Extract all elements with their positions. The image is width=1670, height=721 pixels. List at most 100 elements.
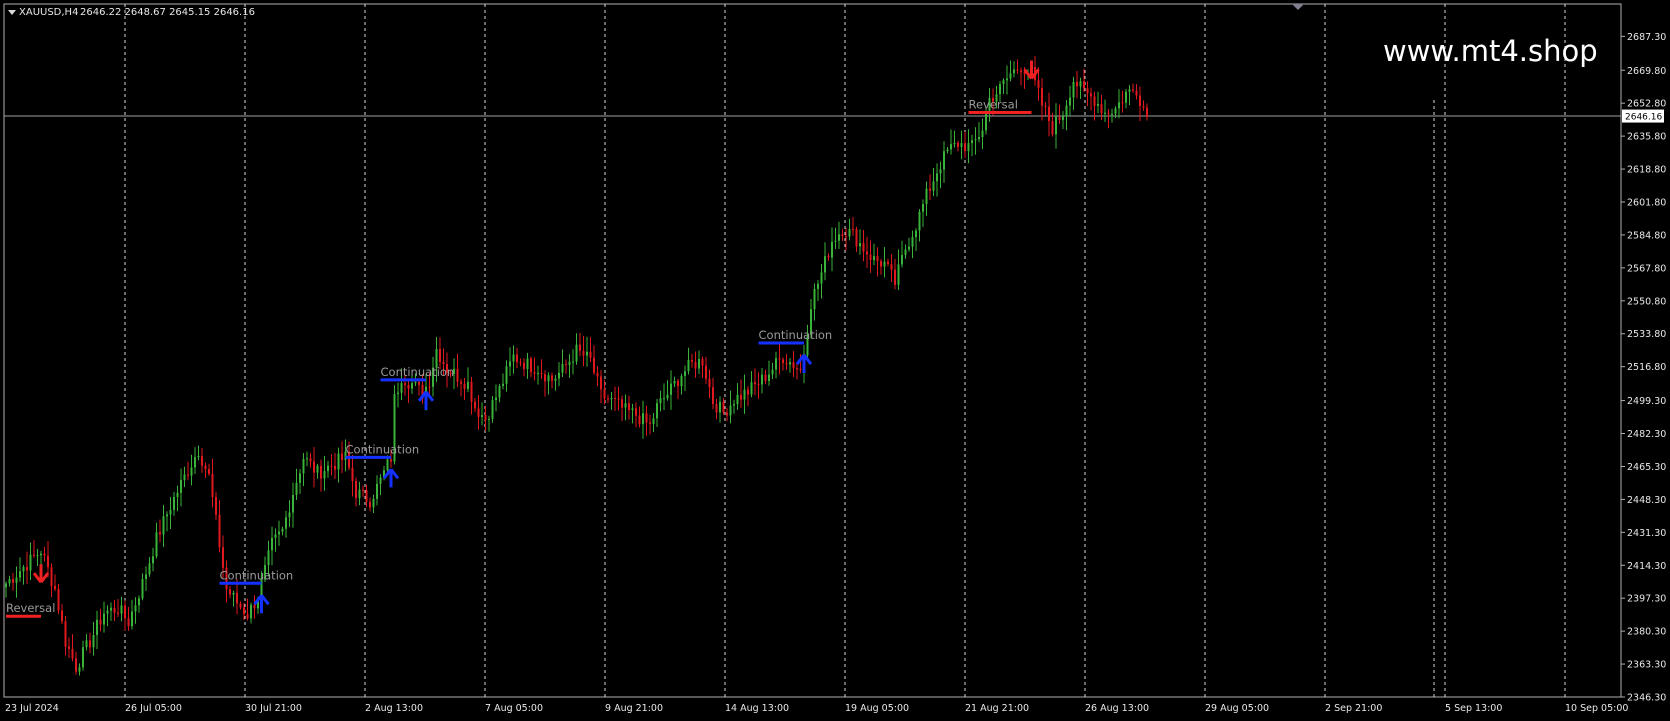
candle-body — [799, 368, 802, 371]
candle-body — [1121, 102, 1124, 104]
chart-canvas[interactable]: Reversal Continuation Continuation Continua… — [0, 0, 1670, 721]
candle-body — [572, 361, 574, 363]
candle-body — [1072, 81, 1075, 98]
candle-body — [407, 385, 410, 389]
candle-body — [1006, 78, 1008, 81]
candle-body — [981, 130, 984, 138]
candle-body — [558, 372, 560, 379]
candle-body — [705, 365, 707, 379]
candle-body — [92, 634, 95, 648]
candle-body — [922, 204, 924, 212]
x-tick-label: 26 Aug 13:00 — [1085, 703, 1149, 714]
continuation-label: Continuation — [381, 365, 455, 379]
candle-body — [145, 574, 147, 580]
candle-body — [834, 240, 837, 242]
candle-body — [166, 514, 168, 517]
candle-body — [162, 516, 165, 535]
continuation-label: Continuation — [346, 442, 420, 456]
candle-body — [390, 459, 392, 462]
candle-body — [1128, 89, 1131, 92]
continuation-label: Continuation — [759, 328, 833, 342]
candle-body — [918, 211, 921, 231]
y-tick-label: 2363.30 — [1627, 660, 1666, 671]
candle-body — [253, 604, 256, 609]
candle-body — [642, 413, 644, 425]
candle-body — [274, 534, 277, 538]
y-tick-label: 2652.80 — [1627, 99, 1666, 110]
candle-body — [197, 455, 200, 458]
candle-body — [719, 401, 721, 413]
candle-body — [138, 598, 140, 606]
candle-body — [292, 494, 294, 513]
x-tick-label: 10 Sep 05:00 — [1565, 703, 1628, 714]
candle-body — [757, 384, 760, 386]
y-tick-label: 2601.80 — [1627, 198, 1666, 209]
candle-body — [1055, 116, 1057, 135]
candle-body — [362, 489, 364, 491]
candle-body — [295, 482, 298, 495]
candle-body — [638, 415, 641, 425]
candle-body — [358, 489, 361, 499]
y-tick-label: 2687.30 — [1627, 32, 1666, 43]
candle-body — [890, 264, 893, 270]
candle-body — [761, 374, 763, 385]
y-tick-label: 2380.30 — [1627, 627, 1666, 638]
candle-body — [61, 610, 63, 622]
candle-body — [551, 375, 553, 381]
candle-body — [831, 241, 833, 258]
candle-body — [159, 532, 161, 535]
candle-body — [785, 363, 788, 365]
candle-body — [960, 143, 963, 147]
candle-body — [201, 455, 203, 466]
candle-body — [1139, 95, 1141, 107]
candle-body — [827, 256, 830, 258]
candle-body — [607, 398, 609, 400]
y-tick-label: 2448.30 — [1627, 495, 1666, 506]
candle-body — [313, 461, 315, 473]
candle-body — [1125, 91, 1127, 103]
candle-body — [418, 381, 420, 385]
candle-body — [974, 139, 977, 141]
candle-body — [1069, 97, 1071, 106]
candle-body — [484, 415, 487, 420]
candle-body — [299, 473, 301, 483]
candle-body — [208, 469, 210, 474]
reversal-label: Reversal — [969, 97, 1018, 111]
candle-body — [141, 579, 144, 599]
x-tick-label: 14 Aug 13:00 — [725, 703, 789, 714]
watermark: www.mt4.shop — [1383, 34, 1598, 68]
candle-body — [1041, 87, 1043, 106]
candle-body — [866, 251, 868, 255]
candle-body — [5, 583, 7, 588]
y-tick-label: 2635.80 — [1627, 132, 1666, 143]
candle-body — [603, 389, 606, 399]
candle-body — [211, 473, 214, 498]
candle-body — [351, 467, 354, 482]
candle-body — [439, 349, 441, 363]
candle-body — [365, 489, 368, 502]
candle-body — [1142, 106, 1145, 108]
candle-body — [680, 376, 683, 387]
candle-body — [1135, 90, 1138, 96]
candle-body — [495, 397, 497, 401]
y-tick-label: 2618.80 — [1627, 165, 1666, 176]
candle-body — [183, 474, 186, 480]
candle-body — [120, 605, 123, 614]
candle-body — [701, 359, 704, 366]
candle-body — [320, 465, 322, 479]
candle-body — [75, 658, 77, 672]
current-price-label: 2646.16 — [1625, 113, 1662, 123]
y-tick-label: 2499.30 — [1627, 396, 1666, 407]
candle-body — [267, 550, 270, 566]
candle-body — [1118, 102, 1120, 109]
candle-body — [824, 256, 826, 273]
candle-body — [323, 471, 326, 479]
candle-body — [554, 378, 557, 381]
candle-body — [516, 354, 518, 363]
price-chart[interactable]: Reversal Continuation Continuation Continua… — [0, 0, 1670, 721]
candle-body — [29, 554, 32, 571]
candle-body — [1065, 105, 1068, 117]
y-tick-label: 2414.30 — [1627, 561, 1666, 572]
y-tick-label: 2482.30 — [1627, 429, 1666, 440]
candle-body — [1002, 80, 1005, 85]
